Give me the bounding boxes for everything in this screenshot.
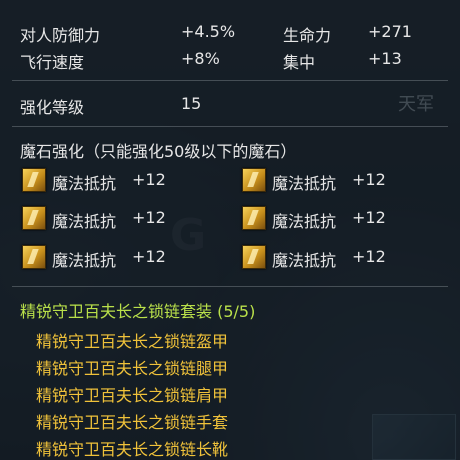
stat-value: +8%	[181, 49, 220, 68]
enhance-label: 强化等级	[20, 98, 85, 117]
enhance-value: 15	[181, 94, 202, 113]
magic-stone-value: +12	[132, 247, 166, 266]
magic-stone-value: +12	[352, 247, 386, 266]
magic-stone-name: 魔法抵抗	[272, 212, 337, 231]
gold-gem-icon[interactable]	[242, 245, 266, 269]
magic-stone-name: 魔法抵抗	[52, 251, 117, 270]
magic-stone-name: 魔法抵抗	[52, 212, 117, 231]
stat-label: 生命力	[283, 26, 332, 45]
magic-stone-value: +12	[132, 170, 166, 189]
section-divider	[12, 80, 448, 81]
magic-stone-value: +12	[132, 208, 166, 227]
magic-stone-value: +12	[352, 208, 386, 227]
gold-gem-icon[interactable]	[22, 168, 46, 192]
set-piece: 精锐守卫百夫长之锁链手套	[36, 413, 229, 432]
gold-gem-icon[interactable]	[22, 206, 46, 230]
stat-value: +271	[368, 22, 412, 41]
magic-stone-value: +12	[352, 170, 386, 189]
background-watermark-text: 天军	[398, 94, 434, 115]
set-piece: 精锐守卫百夫长之锁链长靴	[36, 440, 229, 459]
set-title: 精锐守卫百夫长之锁链套装 (5/5)	[20, 302, 256, 321]
stat-value: +13	[368, 49, 402, 68]
gold-gem-icon[interactable]	[242, 168, 266, 192]
section-divider	[12, 286, 448, 287]
set-piece: 精锐守卫百夫长之锁链肩甲	[36, 386, 229, 405]
magic-stone-name: 魔法抵抗	[272, 174, 337, 193]
set-piece: 精锐守卫百夫长之锁链盔甲	[36, 332, 229, 351]
stat-label: 对人防御力	[20, 26, 101, 45]
stat-label: 飞行速度	[20, 53, 85, 72]
item-tooltip: 对人防御力 +4.5% 生命力 +271 飞行速度 +8% 集中 +13 强化等…	[0, 0, 460, 460]
gold-gem-icon[interactable]	[242, 206, 266, 230]
stat-label: 集中	[283, 53, 316, 72]
magic-stone-name: 魔法抵抗	[52, 174, 117, 193]
magic-stone-header: 魔石强化（只能强化50级以下的魔石）	[20, 142, 297, 161]
gold-gem-icon[interactable]	[22, 245, 46, 269]
set-piece: 精锐守卫百夫长之锁链腿甲	[36, 359, 229, 378]
section-divider	[12, 126, 448, 127]
stat-value: +4.5%	[181, 22, 236, 41]
magic-stone-name: 魔法抵抗	[272, 251, 337, 270]
